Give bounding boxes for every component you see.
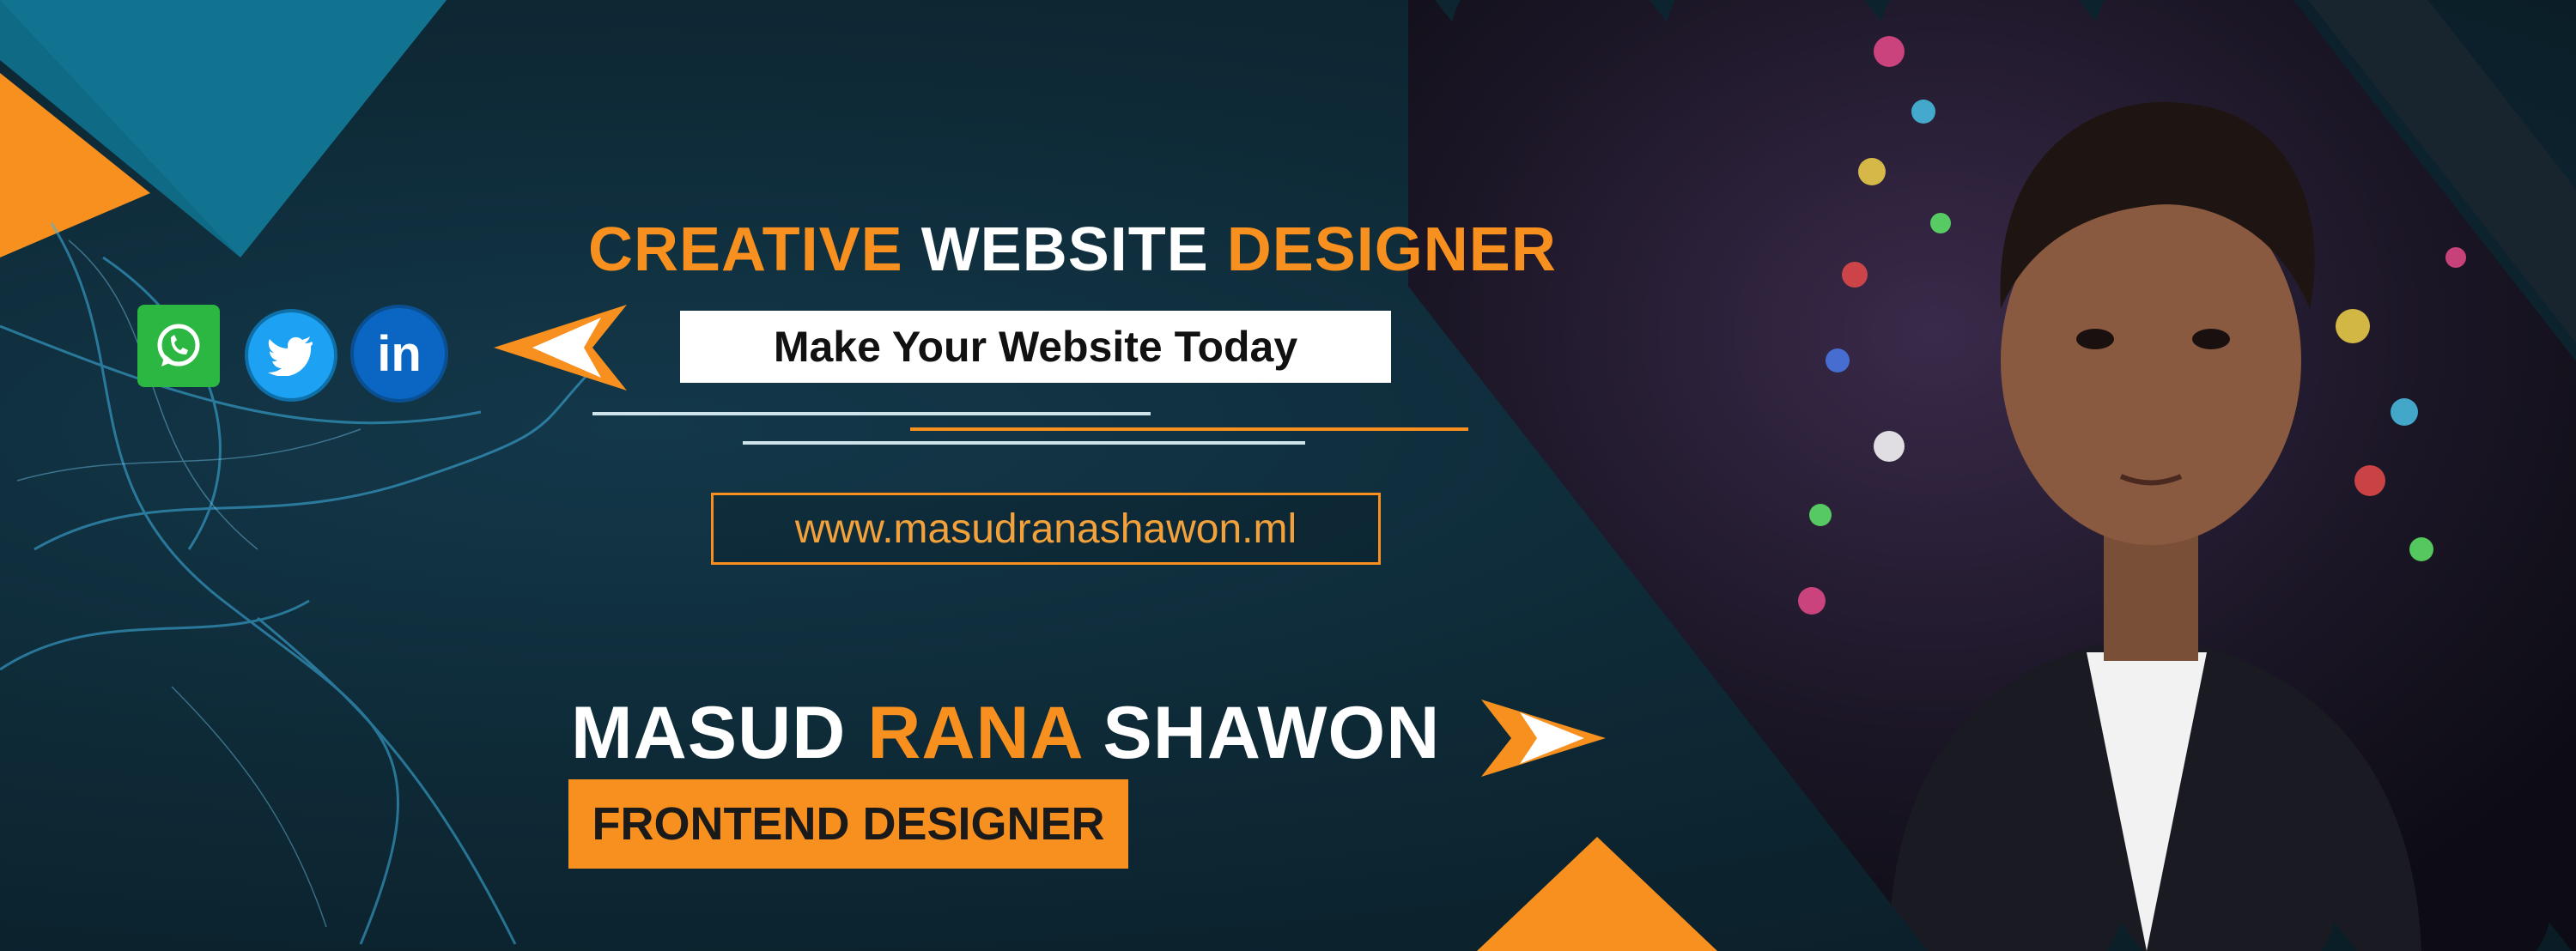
role-badge: FRONTEND DESIGNER: [568, 779, 1128, 869]
person-name: MASUD RANA SHAWON: [571, 691, 1440, 776]
headline-word-3: DESIGNER: [1226, 215, 1557, 284]
whatsapp-icon[interactable]: [137, 305, 220, 387]
name-last: SHAWON: [1103, 692, 1441, 774]
profile-photo-collage: [1408, 0, 2576, 951]
tagline-text: Make Your Website Today: [773, 323, 1298, 371]
tagline-box: Make Your Website Today: [680, 311, 1391, 383]
twitter-icon[interactable]: [245, 309, 337, 402]
name-middle: RANA: [867, 692, 1082, 774]
headline: CREATIVE WEBSITE DESIGNER: [588, 215, 1557, 285]
cover-banner: in CREATIVE WEBSITE DESIGNER Make Your W…: [0, 0, 2576, 951]
headline-word-2: WEBSITE: [920, 215, 1209, 284]
linkedin-icon[interactable]: in: [350, 305, 448, 403]
chevron-left-icon: [494, 305, 627, 391]
website-link[interactable]: www.masudranashawon.ml: [711, 493, 1381, 565]
website-url: www.masudranashawon.ml: [794, 506, 1297, 552]
role-text: FRONTEND DESIGNER: [592, 798, 1105, 850]
name-first: MASUD: [571, 692, 847, 774]
headline-word-1: CREATIVE: [588, 215, 903, 284]
